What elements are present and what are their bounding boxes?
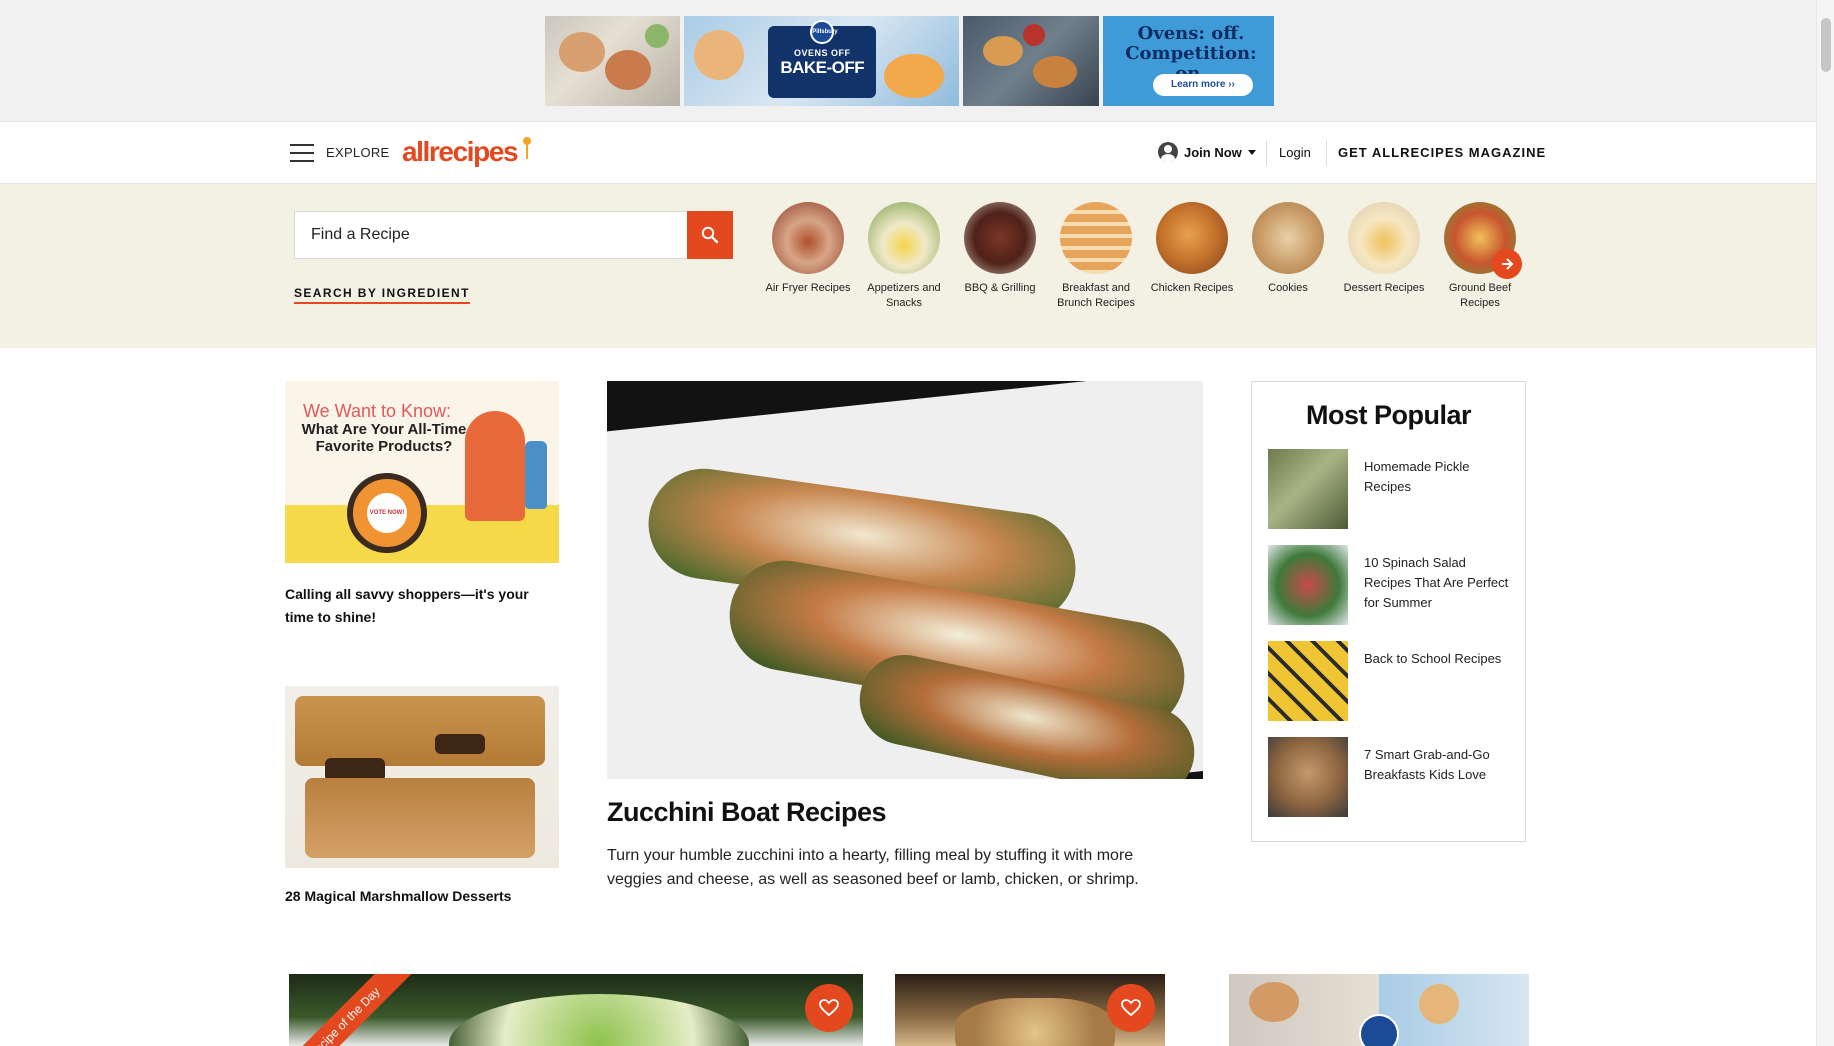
pillsbury-logo: Pillsbury — [810, 20, 838, 44]
top-ad-band: Pillsbury OVENS OFF BAKE-OFF Ovens: off.… — [0, 0, 1816, 122]
popular-item-label: 10 Spinach Salad Recipes That Are Perfec… — [1364, 555, 1509, 610]
category-label: Breakfast and Brunch Recipes — [1057, 282, 1135, 309]
category-label: BBQ & Grilling — [964, 282, 1036, 294]
vote-badge: VOTE NOW! — [347, 473, 427, 553]
category-appetizers[interactable]: Appetizers and Snacks — [856, 202, 952, 311]
recipe-of-the-day-ribbon: Recipe of the Day — [289, 974, 414, 1046]
category-label: Air Fryer Recipes — [765, 282, 851, 294]
ad-image-food-foil — [545, 16, 681, 106]
category-image — [1060, 202, 1132, 274]
bake-off-logo: Pillsbury OVENS OFF BAKE-OFF — [768, 20, 877, 98]
search-button[interactable] — [687, 211, 733, 259]
search-icon — [701, 226, 719, 244]
ad-learn-more-button[interactable]: Learn more ›› — [1152, 74, 1253, 96]
arrow-right-icon — [1502, 258, 1514, 270]
category-image — [964, 202, 1036, 274]
category-image — [1156, 202, 1228, 274]
heart-icon — [819, 999, 839, 1017]
popular-item[interactable]: 7 Smart Grab-and-Go Breakfasts Kids Love — [1268, 737, 1513, 817]
popular-item-label: 7 Smart Grab-and-Go Breakfasts Kids Love — [1364, 747, 1490, 782]
join-now-button[interactable]: Join Now — [1158, 142, 1256, 162]
save-heart-button[interactable] — [1107, 984, 1155, 1032]
popular-thumb — [1268, 737, 1348, 817]
category-image — [868, 202, 940, 274]
search-band: SEARCH BY INGREDIENT Air Fryer Recipes A… — [0, 184, 1816, 348]
featured-article[interactable]: Zucchini Boat Recipes Turn your humble z… — [607, 381, 1203, 892]
logo-spoon-stem — [526, 143, 528, 159]
category-image — [1252, 202, 1324, 274]
header-divider — [1266, 140, 1267, 166]
featured-description: Turn your humble zucchini into a hearty,… — [607, 847, 1139, 888]
bake-off-line1: OVENS OFF — [793, 48, 851, 58]
popular-thumb — [1268, 545, 1348, 625]
page-scrollbar[interactable] — [1816, 0, 1834, 1046]
category-air-fryer[interactable]: Air Fryer Recipes — [760, 202, 856, 311]
category-bbq[interactable]: BBQ & Grilling — [952, 202, 1048, 311]
category-dessert[interactable]: Dessert Recipes — [1336, 202, 1432, 311]
magazine-link[interactable]: GET ALLRECIPES MAGAZINE — [1338, 145, 1546, 160]
save-heart-button[interactable] — [805, 984, 853, 1032]
category-chicken[interactable]: Chicken Recipes — [1144, 202, 1240, 311]
category-label: Chicken Recipes — [1150, 282, 1234, 294]
recipe-of-the-day-card[interactable]: Recipe of the Day — [289, 974, 863, 1046]
carousel-next-button[interactable] — [1492, 249, 1522, 279]
chevron-down-icon — [1247, 149, 1256, 155]
site-header: EXPLORE allrecipes Join Now Login GET AL… — [0, 122, 1816, 184]
login-link[interactable]: Login — [1279, 145, 1311, 160]
header-divider — [1326, 140, 1327, 166]
category-image — [772, 202, 844, 274]
popular-item[interactable]: Back to School Recipes — [1268, 641, 1513, 721]
promo-title[interactable]: Calling all savvy shoppers—it's your tim… — [285, 583, 559, 629]
recipe-search-input[interactable] — [294, 211, 687, 259]
category-label: Appetizers and Snacks — [867, 282, 941, 309]
ad-banner[interactable]: Pillsbury OVENS OFF BAKE-OFF Ovens: off.… — [545, 16, 1274, 106]
vote-badge-label: VOTE NOW! — [367, 493, 407, 533]
bake-off-line2: BAKE-OFF — [780, 58, 865, 77]
hamburger-menu-icon[interactable] — [290, 144, 314, 162]
zucchini-boats-image — [607, 381, 1203, 779]
illustration-bottle — [525, 441, 547, 509]
popular-item[interactable]: Homemade Pickle Recipes — [1268, 449, 1513, 529]
explore-link[interactable]: EXPLORE — [326, 145, 390, 160]
dessert-card[interactable]: 28 Magical Marshmallow Desserts — [285, 686, 559, 904]
ad-image-pastries — [962, 16, 1099, 106]
category-carousel: Air Fryer Recipes Appetizers and Snacks … — [760, 202, 1528, 311]
illustration-figure — [465, 411, 525, 521]
join-now-label: Join Now — [1184, 144, 1242, 160]
promo-card[interactable]: We Want to Know: What Are Your All-Time … — [285, 381, 559, 629]
user-avatar-icon — [1158, 142, 1178, 162]
marshmallow-bars-image — [285, 686, 559, 868]
search-by-ingredient-link[interactable]: SEARCH BY INGREDIENT — [294, 286, 470, 304]
popular-thumb — [1268, 641, 1348, 721]
ad-cta-label: Learn more — [1170, 79, 1226, 90]
most-popular-title: Most Popular — [1305, 400, 1472, 430]
popular-item-label: Homemade Pickle Recipes — [1364, 459, 1470, 494]
ad-image-bake-off: Pillsbury OVENS OFF BAKE-OFF — [684, 16, 959, 106]
popular-thumb — [1268, 449, 1348, 529]
category-label: Ground Beef Recipes — [1448, 282, 1512, 309]
featured-title[interactable]: Zucchini Boat Recipes — [607, 797, 1203, 828]
promo-image-line1: We Want to Know: — [303, 401, 452, 421]
category-image — [1348, 202, 1420, 274]
allrecipes-logo[interactable]: allrecipes — [402, 136, 519, 168]
bottom-ad[interactable] — [1229, 974, 1529, 1046]
scrollbar-thumb[interactable] — [1821, 18, 1831, 72]
promo-image: We Want to Know: What Are Your All-Time … — [285, 381, 559, 563]
category-label: Dessert Recipes — [1343, 282, 1425, 294]
most-popular-panel: Most Popular Homemade Pickle Recipes 10 … — [1251, 381, 1526, 842]
category-label: Cookies — [1268, 282, 1308, 294]
dessert-title[interactable]: 28 Magical Marshmallow Desserts — [285, 888, 559, 904]
ad-copy-panel: Ovens: off. Competition: on. Learn more … — [1102, 16, 1274, 106]
promo-image-line2: What Are Your All-Time Favorite Products… — [301, 421, 467, 455]
popular-item[interactable]: 10 Spinach Salad Recipes That Are Perfec… — [1268, 545, 1513, 625]
recipe-card[interactable] — [895, 974, 1165, 1046]
heart-icon — [1121, 999, 1141, 1017]
popular-item-label: Back to School Recipes — [1364, 651, 1502, 666]
category-cookies[interactable]: Cookies — [1240, 202, 1336, 311]
category-breakfast[interactable]: Breakfast and Brunch Recipes — [1048, 202, 1144, 311]
